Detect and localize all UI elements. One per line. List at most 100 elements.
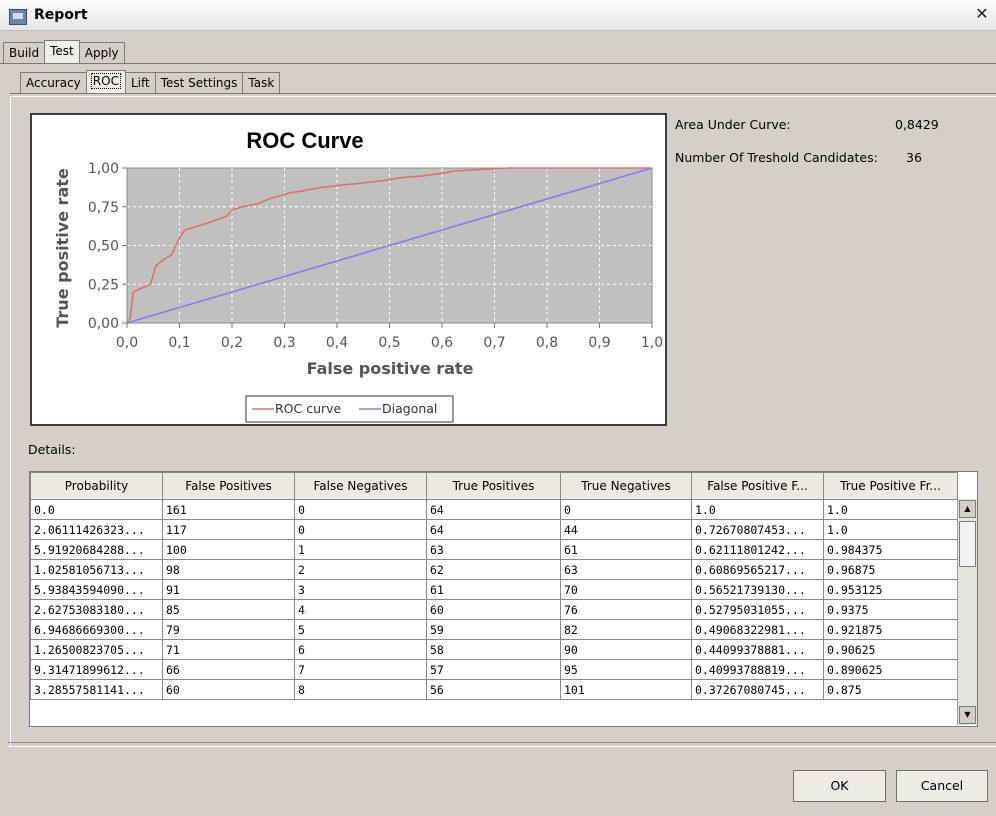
table-cell[interactable]: 56 xyxy=(426,679,561,700)
table-cell[interactable]: 90 xyxy=(560,639,692,660)
table-cell[interactable]: 79 xyxy=(162,619,295,640)
table-cell[interactable]: 0.40993788819... xyxy=(691,659,824,680)
vertical-scrollbar[interactable]: ▲ ▼ xyxy=(957,499,977,725)
table-cell[interactable]: 57 xyxy=(426,659,561,680)
table-cell[interactable]: 3.28557581141... xyxy=(30,679,163,700)
ok-button[interactable]: OK xyxy=(793,770,886,802)
table-cell[interactable]: 58 xyxy=(426,639,561,660)
table-cell[interactable]: 4 xyxy=(294,599,427,620)
table-cell[interactable]: 7 xyxy=(294,659,427,680)
table-row[interactable]: 5.91920684288... 100 1 63 61 0.62111801242...… xyxy=(30,539,958,560)
table-cell[interactable]: 5.93843594090... xyxy=(30,579,163,600)
scroll-thumb[interactable] xyxy=(959,521,976,567)
table-row[interactable]: 3.28557581141... 60 8 56 101 0.37267080745...… xyxy=(30,679,958,700)
table-cell[interactable]: 1 xyxy=(294,539,427,560)
table-cell[interactable]: 91 xyxy=(162,579,295,600)
tab-lift[interactable]: Lift xyxy=(124,72,156,93)
table-cell[interactable]: 98 xyxy=(162,559,295,580)
table-cell[interactable]: 1.0 xyxy=(823,499,958,520)
table-cell[interactable]: 82 xyxy=(560,619,692,640)
table-cell[interactable]: 64 xyxy=(426,499,561,520)
table-row[interactable]: 2.06111426323... 117 0 64 44 0.72670807453...… xyxy=(30,519,958,540)
tab-roc[interactable]: ROC xyxy=(85,70,126,93)
table-row[interactable]: 1.02581056713... 98 2 62 63 0.60869565217... 0… xyxy=(30,559,958,580)
tab-apply[interactable]: Apply xyxy=(78,42,125,63)
table-cell[interactable]: 0.875 xyxy=(823,679,958,700)
table-cell[interactable]: 0.72670807453... xyxy=(691,519,824,540)
table-cell[interactable]: 0.37267080745... xyxy=(691,679,824,700)
table-row[interactable]: 6.94686669300... 79 5 59 82 0.49068322981... 0… xyxy=(30,619,958,640)
table-cell[interactable]: 0.9375 xyxy=(823,599,958,620)
table-cell[interactable]: 3 xyxy=(294,579,427,600)
table-cell[interactable]: 0.890625 xyxy=(823,659,958,680)
table-cell[interactable]: 59 xyxy=(426,619,561,640)
tab-task[interactable]: Task xyxy=(242,72,281,93)
table-cell[interactable]: 0 xyxy=(560,499,692,520)
table-cell[interactable]: 0.0 xyxy=(30,499,163,520)
table-cell[interactable]: 70 xyxy=(560,579,692,600)
table-cell[interactable]: 0.52795031055... xyxy=(691,599,824,620)
scroll-down-button[interactable]: ▼ xyxy=(959,706,976,724)
table-cell[interactable]: 6.94686669300... xyxy=(30,619,163,640)
table-cell[interactable]: 0.44099378881... xyxy=(691,639,824,660)
table-cell[interactable]: 61 xyxy=(560,539,692,560)
table-cell[interactable]: 0.60869565217... xyxy=(691,559,824,580)
column-header[interactable]: Probability xyxy=(30,472,163,500)
column-header[interactable]: False Negatives xyxy=(294,472,427,500)
table-cell[interactable]: 0 xyxy=(294,519,427,540)
table-cell[interactable]: 63 xyxy=(426,539,561,560)
table-cell[interactable]: 44 xyxy=(560,519,692,540)
table-cell[interactable]: 76 xyxy=(560,599,692,620)
table-row[interactable]: 1.26500823705... 71 6 58 90 0.44099378881... 0… xyxy=(30,639,958,660)
table-cell[interactable]: 71 xyxy=(162,639,295,660)
table-cell[interactable]: 64 xyxy=(426,519,561,540)
close-button[interactable]: ✕ xyxy=(972,4,992,24)
table-cell[interactable]: 6 xyxy=(294,639,427,660)
table-cell[interactable]: 95 xyxy=(560,659,692,680)
table-cell[interactable]: 0.62111801242... xyxy=(691,539,824,560)
table-cell[interactable]: 0.56521739130... xyxy=(691,579,824,600)
table-row[interactable]: 2.62753083180... 85 4 60 76 0.52795031055... 0… xyxy=(30,599,958,620)
table-cell[interactable]: 2.62753083180... xyxy=(30,599,163,620)
column-header[interactable]: False Positives xyxy=(162,472,295,500)
table-cell[interactable]: 2 xyxy=(294,559,427,580)
tab-test[interactable]: Test xyxy=(44,40,80,63)
table-cell[interactable]: 5.91920684288... xyxy=(30,539,163,560)
table-cell[interactable]: 0 xyxy=(294,499,427,520)
tab-accuracy[interactable]: Accuracy xyxy=(20,72,87,93)
table-cell[interactable]: 0.49068322981... xyxy=(691,619,824,640)
table-cell[interactable]: 1.02581056713... xyxy=(30,559,163,580)
table-cell[interactable]: 100 xyxy=(162,539,295,560)
table-row[interactable]: 0.0 161 0 64 0 1.0 1.0 xyxy=(30,499,958,520)
table-cell[interactable]: 2.06111426323... xyxy=(30,519,163,540)
table-cell[interactable]: 0.984375 xyxy=(823,539,958,560)
table-cell[interactable]: 8 xyxy=(294,679,427,700)
tab-test-settings[interactable]: Test Settings xyxy=(154,72,244,93)
cancel-button[interactable]: Cancel xyxy=(896,770,988,802)
table-cell[interactable]: 117 xyxy=(162,519,295,540)
table-cell[interactable]: 0.921875 xyxy=(823,619,958,640)
table-cell[interactable]: 63 xyxy=(560,559,692,580)
table-cell[interactable]: 0.953125 xyxy=(823,579,958,600)
column-header[interactable]: True Positives xyxy=(426,472,561,500)
tab-build[interactable]: Build xyxy=(3,42,46,63)
table-cell[interactable]: 1.0 xyxy=(823,519,958,540)
scroll-up-button[interactable]: ▲ xyxy=(959,500,976,518)
table-row[interactable]: 9.31471899612... 66 7 57 95 0.40993788819... 0… xyxy=(30,659,958,680)
table-cell[interactable]: 0.90625 xyxy=(823,639,958,660)
table-cell[interactable]: 62 xyxy=(426,559,561,580)
column-header[interactable]: False Positive F... xyxy=(691,472,824,500)
column-header[interactable]: True Negatives xyxy=(560,472,692,500)
table-cell[interactable]: 9.31471899612... xyxy=(30,659,163,680)
table-cell[interactable]: 61 xyxy=(426,579,561,600)
table-cell[interactable]: 85 xyxy=(162,599,295,620)
table-cell[interactable]: 161 xyxy=(162,499,295,520)
column-header[interactable]: True Positive Fr... xyxy=(823,472,958,500)
table-cell[interactable]: 101 xyxy=(560,679,692,700)
table-cell[interactable]: 60 xyxy=(162,679,295,700)
table-cell[interactable]: 1.26500823705... xyxy=(30,639,163,660)
table-cell[interactable]: 60 xyxy=(426,599,561,620)
table-cell[interactable]: 1.0 xyxy=(691,499,824,520)
table-cell[interactable]: 66 xyxy=(162,659,295,680)
table-cell[interactable]: 5 xyxy=(294,619,427,640)
